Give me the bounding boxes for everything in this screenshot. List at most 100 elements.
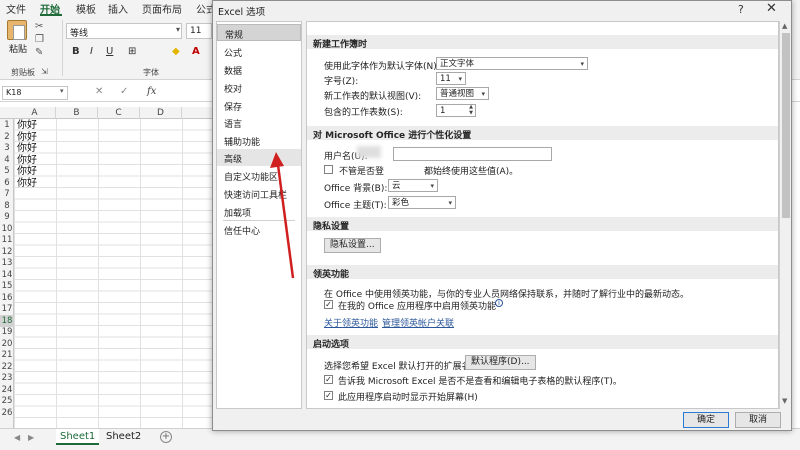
vertical-scrollbar[interactable]: ▲ ▼ — [779, 21, 791, 409]
username-input[interactable] — [393, 147, 552, 161]
font-size-combo[interactable]: 11 — [186, 23, 212, 39]
font-color-icon[interactable]: A — [192, 46, 200, 57]
nav-item-language[interactable]: 语言 — [217, 114, 301, 131]
row-header[interactable]: 19 — [0, 326, 14, 338]
tab-templates[interactable]: 模板 — [76, 1, 96, 16]
nav-item-customize-ribbon[interactable]: 自定义功能区 — [217, 167, 301, 184]
nav-item-trust-center[interactable]: 信任中心 — [217, 221, 301, 238]
row-header[interactable]: 22 — [0, 361, 14, 373]
nav-item-advanced[interactable]: 高级 — [217, 149, 301, 166]
row-header[interactable]: 26 — [0, 407, 14, 419]
manage-linkedin-link[interactable]: 管理领英帐户关联 — [382, 316, 454, 329]
nav-item-save[interactable]: 保存 — [217, 97, 301, 114]
office-theme-select[interactable]: 彩色 ▾ — [388, 196, 456, 209]
name-box[interactable]: K18 — [2, 86, 68, 100]
cut-icon[interactable]: ✂ — [35, 22, 47, 32]
enable-linkedin-checkbox[interactable]: ✓ — [324, 300, 333, 309]
column-header[interactable]: C — [98, 107, 140, 119]
format-painter-icon[interactable]: ✎ — [35, 48, 47, 58]
default-programs-button[interactable]: 默认程序(D)... — [465, 355, 536, 370]
show-start-screen-checkbox[interactable]: ✓ — [324, 391, 333, 400]
row-header[interactable]: 1 — [0, 119, 14, 131]
info-icon[interactable]: i — [495, 299, 503, 307]
row-header[interactable]: 10 — [0, 223, 14, 235]
chevron-down-icon[interactable]: ▾ — [176, 25, 180, 34]
row-header[interactable]: 13 — [0, 257, 14, 269]
row-header[interactable]: 9 — [0, 211, 14, 223]
italic-button[interactable]: I — [90, 46, 93, 57]
scroll-up-icon[interactable]: ▲ — [782, 22, 787, 30]
insert-function-icon[interactable]: fx — [147, 86, 156, 97]
tab-insert[interactable]: 插入 — [108, 1, 128, 16]
sheet-tab-sheet2[interactable]: Sheet2 — [102, 429, 145, 445]
fill-color-icon[interactable]: ◆ — [172, 46, 180, 57]
row-header[interactable]: 2 — [0, 131, 14, 143]
cell-a2[interactable]: 你好 — [17, 132, 37, 143]
tab-page-layout[interactable]: 页面布局 — [142, 1, 182, 16]
privacy-settings-button[interactable]: 隐私设置... — [324, 238, 381, 253]
sheet-tab-sheet1[interactable]: Sheet1 — [56, 429, 100, 445]
row-header[interactable]: 15 — [0, 280, 14, 292]
default-font-select[interactable]: 正文字体 ▾ — [436, 57, 588, 70]
dialog-launcher-icon[interactable]: ⇲ — [41, 67, 48, 76]
column-header[interactable]: A — [14, 107, 56, 119]
row-header[interactable]: 21 — [0, 349, 14, 361]
tab-file[interactable]: 文件 — [6, 1, 26, 16]
row-header[interactable]: 7 — [0, 188, 14, 200]
copy-icon[interactable]: ❐ — [35, 35, 47, 45]
ok-button[interactable]: 确定 — [683, 412, 729, 428]
nav-item-proofing[interactable]: 校对 — [217, 79, 301, 96]
help-icon[interactable]: ? — [738, 3, 744, 16]
office-background-select[interactable]: 云 ▾ — [388, 179, 438, 192]
nav-item-quick-access-toolbar[interactable]: 快速访问工具栏 — [217, 185, 301, 202]
tell-me-default-checkbox[interactable]: ✓ — [324, 375, 333, 384]
row-header[interactable]: 3 — [0, 142, 14, 154]
cell-a5[interactable]: 你好 — [17, 166, 37, 177]
default-view-select[interactable]: 普通视图 ▾ — [436, 87, 489, 100]
close-icon[interactable]: ✕ — [766, 1, 777, 16]
font-name-combo[interactable]: 等线 — [66, 23, 182, 39]
nav-item-formulas[interactable]: 公式 — [217, 43, 301, 60]
nav-item-add-ins[interactable]: 加载项 — [217, 203, 301, 220]
row-header[interactable]: 14 — [0, 269, 14, 281]
cell-a1[interactable]: 你好 — [17, 120, 37, 131]
nav-item-accessibility[interactable]: 辅助功能 — [217, 132, 301, 149]
bold-button[interactable]: B — [72, 46, 80, 57]
about-linkedin-link[interactable]: 关于领英功能 — [324, 316, 378, 329]
row-header[interactable]: 18 — [0, 314, 14, 327]
paste-button-label[interactable]: 粘贴 — [9, 42, 27, 55]
row-header[interactable]: 24 — [0, 384, 14, 396]
cell-a4[interactable]: 你好 — [17, 155, 37, 166]
sheet-count-stepper[interactable]: 1 ▲ ▼ — [436, 104, 476, 117]
row-header[interactable]: 20 — [0, 338, 14, 350]
row-header[interactable]: 8 — [0, 200, 14, 212]
underline-button[interactable]: U — [106, 46, 113, 57]
cancel-button[interactable]: 取消 — [735, 412, 781, 428]
column-header[interactable]: B — [56, 107, 98, 119]
confirm-entry-icon[interactable]: ✓ — [120, 86, 128, 97]
row-header[interactable]: 23 — [0, 372, 14, 384]
cell-a6[interactable]: 你好 — [17, 178, 37, 189]
nav-item-general[interactable]: 常规 — [217, 24, 301, 41]
row-header[interactable]: 17 — [0, 303, 14, 315]
cancel-entry-icon[interactable]: ✕ — [95, 86, 103, 97]
borders-icon[interactable]: ⊞ — [128, 46, 136, 57]
row-header[interactable]: 6 — [0, 177, 14, 189]
next-sheet-icon[interactable]: ▶ — [28, 433, 34, 442]
row-header[interactable]: 4 — [0, 154, 14, 166]
cell-a3[interactable]: 你好 — [17, 143, 37, 154]
row-header[interactable]: 25 — [0, 395, 14, 407]
font-size-select[interactable]: 11 ▾ — [436, 72, 466, 85]
add-sheet-icon[interactable]: + — [160, 431, 172, 443]
scrollbar-thumb[interactable] — [782, 33, 790, 218]
chevron-down-icon[interactable]: ▾ — [60, 87, 64, 95]
spinner-arrows-icon[interactable]: ▲ ▼ — [469, 104, 473, 116]
row-header[interactable]: 16 — [0, 292, 14, 304]
row-header[interactable]: 11 — [0, 234, 14, 246]
always-use-values-checkbox[interactable] — [324, 165, 333, 174]
row-header[interactable]: 12 — [0, 246, 14, 258]
nav-item-data[interactable]: 数据 — [217, 61, 301, 78]
paste-icon[interactable] — [7, 20, 27, 40]
previous-sheet-icon[interactable]: ◀ — [14, 433, 20, 442]
scroll-down-icon[interactable]: ▼ — [782, 397, 787, 405]
